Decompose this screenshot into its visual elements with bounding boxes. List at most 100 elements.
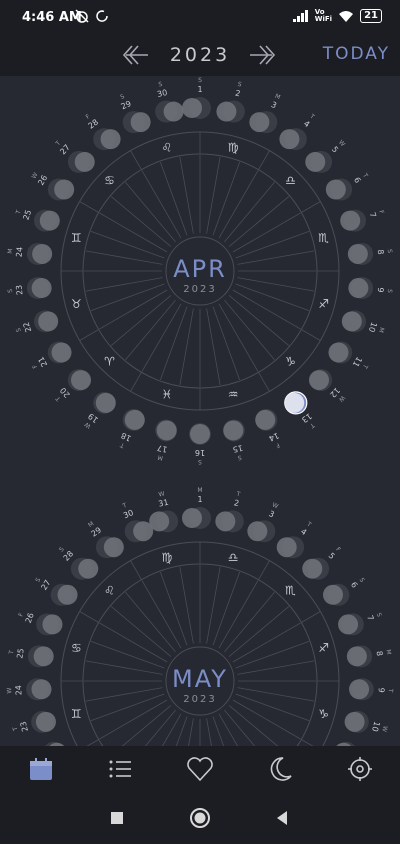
year-header: 2023 TODAY [0,36,400,76]
moon-phase-10[interactable] [344,710,369,733]
moon-phase-26[interactable] [47,178,75,201]
moon-phase-5[interactable] [305,150,333,173]
settings-icon[interactable] [345,754,375,784]
moon-phase-1[interactable] [182,97,211,119]
day-number-label: 25 [15,648,25,659]
day-number-label: 18 [120,431,133,443]
april-moon-wheel[interactable]: ♍♎♏♐♑♒♓♈♉♊♋♌APR20231S2S3M4T5W6T7 F8 S9 S10M… [0,76,400,476]
moon-phase-7[interactable] [338,613,364,636]
moon-phase-25[interactable] [33,209,60,232]
moon-phase-27[interactable] [67,150,95,173]
moon-phase-22[interactable] [33,310,59,333]
day-of-week-label: S [375,612,383,618]
moon-phase-29[interactable] [122,111,151,134]
may-moon-wheel[interactable]: ♎♏♐♑♒♓♈♉♊♋♌♍MAY20231M2T3W4T5F6S7S8M9T10W… [0,486,400,746]
moon-phase-2[interactable] [216,100,245,123]
moon-phase-3[interactable] [247,520,276,543]
day-number-label: 6 [349,580,359,589]
moon-phase-28[interactable] [93,128,121,151]
zodiac-sign-icon: ♐ [318,297,329,311]
moon-phase-18[interactable] [122,408,145,431]
moon-phase-31[interactable] [149,510,179,533]
back-button[interactable] [270,806,294,830]
signal-icon [292,10,308,22]
moon-phase-2[interactable] [215,510,244,533]
vowifi-icon: Vo WiFi [314,8,333,23]
day-number-label: 31 [158,498,170,509]
next-year-button[interactable] [246,40,280,70]
moon-phase-15[interactable] [222,419,245,442]
zodiac-sign-icon: ♌ [104,583,115,597]
day-of-week-label: F [274,441,281,449]
day-number-label: 16 [195,448,205,457]
moon-phase-23[interactable] [26,277,52,300]
moon-phase-20[interactable] [67,369,92,392]
day-of-week-label: S [237,454,242,462]
day-number-label: 2 [234,89,241,99]
moon-phase-4[interactable] [276,536,305,559]
zodiac-sign-icon: ♌ [161,140,172,154]
moon-phase-10[interactable] [341,310,367,333]
moon-phase-24[interactable] [26,678,52,701]
moon-phase-16[interactable] [189,423,211,445]
home-button[interactable] [188,806,212,830]
day-number-label: 1 [197,495,202,504]
moon-phase-27[interactable] [50,583,78,606]
zodiac-sign-icon: ♎ [285,173,296,187]
moon-phase-6[interactable] [325,178,353,201]
moon-phase-24[interactable] [26,242,53,265]
day-of-week-label: S [158,81,163,89]
status-left-icons [75,9,109,23]
moon-phase-14[interactable] [255,408,278,431]
day-of-week-label: T [387,688,394,693]
moon-phase-19[interactable] [93,391,116,414]
year-label: 2023 [169,44,231,66]
moon-phase-30[interactable] [124,520,154,543]
heart-icon[interactable] [185,754,215,784]
moon-phase-8[interactable] [346,645,373,668]
alarm-off-icon [75,9,89,23]
moon-phase-5[interactable] [302,557,330,580]
day-number-label: 26 [24,612,36,625]
moon-calendar-scroll[interactable]: ♍ ♎ ♏ ♐ ♑ ♒ ♓ ♈ ♉ ♊ ♋ ♌ APR 2023 1 S 2 S 3 M 4 T 5 W 6 T 7 F 8 S 9 S 10 M… [0,76,400,746]
moon-phase-28[interactable] [70,557,99,580]
day-number-label: 30 [156,88,168,99]
day-of-week-label: M [197,487,202,494]
moon-phase-30[interactable] [155,100,184,123]
moon-phase-8[interactable] [347,242,374,265]
day-of-week-label: S [119,93,126,101]
day-number-label: 5 [327,551,337,561]
zodiac-sign-icon: ♑ [285,355,296,369]
today-button[interactable]: TODAY [323,44,390,64]
moon-phase-4[interactable] [279,128,307,151]
moon-phase-9[interactable] [349,678,374,701]
day-number-label: 3 [267,509,275,519]
moon-phase-23[interactable] [31,710,56,733]
moon-phase-3[interactable] [249,111,278,134]
list-icon[interactable] [105,754,135,784]
day-of-week-label: S [15,327,23,333]
moon-phase-11[interactable] [328,341,353,364]
calendar-icon[interactable] [26,754,56,784]
day-of-week-label: F [377,209,385,215]
moon-phase-6[interactable] [322,583,350,606]
zodiac-sign-icon: ♊ [71,231,82,245]
day-of-week-label: S [237,81,242,89]
moon-phase-25[interactable] [27,645,54,668]
moon-phase-12[interactable] [308,369,333,392]
moon-icon[interactable] [265,754,295,784]
zodiac-sign-icon: ♓ [161,388,172,402]
moon-phase-13[interactable] [284,391,308,415]
day-number-label: 4 [299,527,308,537]
month-label: APR [173,255,227,283]
recents-button[interactable] [105,806,129,830]
moon-phase-7[interactable] [340,209,367,232]
moon-phase-17[interactable] [155,419,178,442]
prev-year-button[interactable] [118,40,152,70]
moon-phase-26[interactable] [36,613,63,636]
day-number-label: 23 [19,720,30,732]
moon-phase-1[interactable] [182,507,211,529]
moon-phase-21[interactable] [47,341,72,364]
moon-phase-29[interactable] [95,536,124,559]
moon-phase-9[interactable] [348,277,374,300]
